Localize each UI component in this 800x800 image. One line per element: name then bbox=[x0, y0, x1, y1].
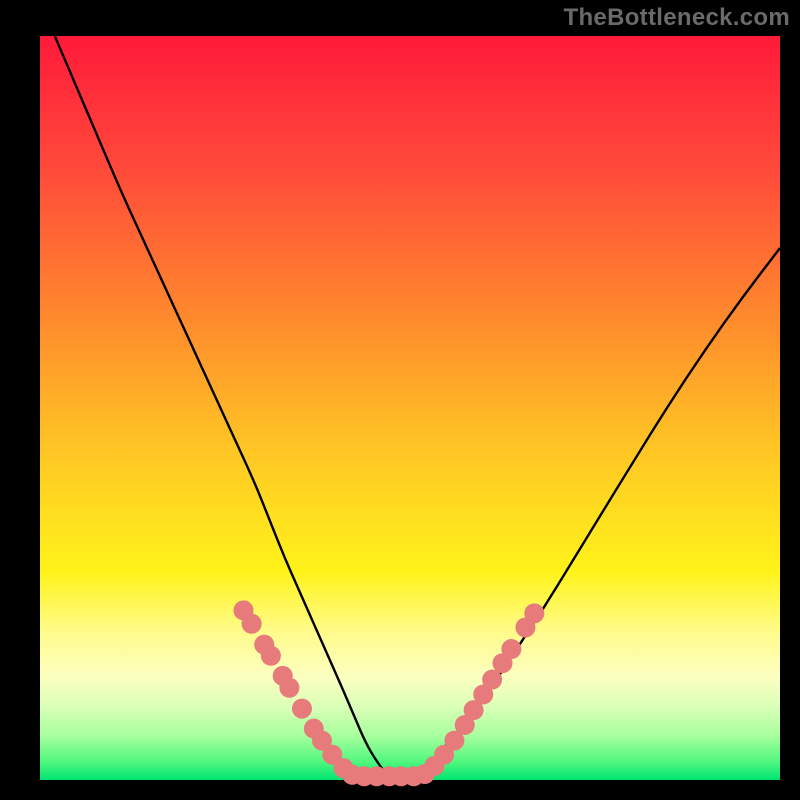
watermark-text: TheBottleneck.com bbox=[564, 4, 790, 32]
chart-stage: TheBottleneck.com bbox=[0, 0, 800, 800]
bottleneck-chart bbox=[0, 0, 800, 800]
highlight-dot bbox=[279, 678, 299, 698]
highlight-dot bbox=[292, 699, 312, 719]
highlight-dot bbox=[501, 639, 521, 659]
highlight-dot bbox=[524, 603, 544, 623]
highlight-dot bbox=[261, 646, 281, 666]
highlight-dot bbox=[242, 614, 262, 634]
gradient-background bbox=[40, 36, 780, 780]
